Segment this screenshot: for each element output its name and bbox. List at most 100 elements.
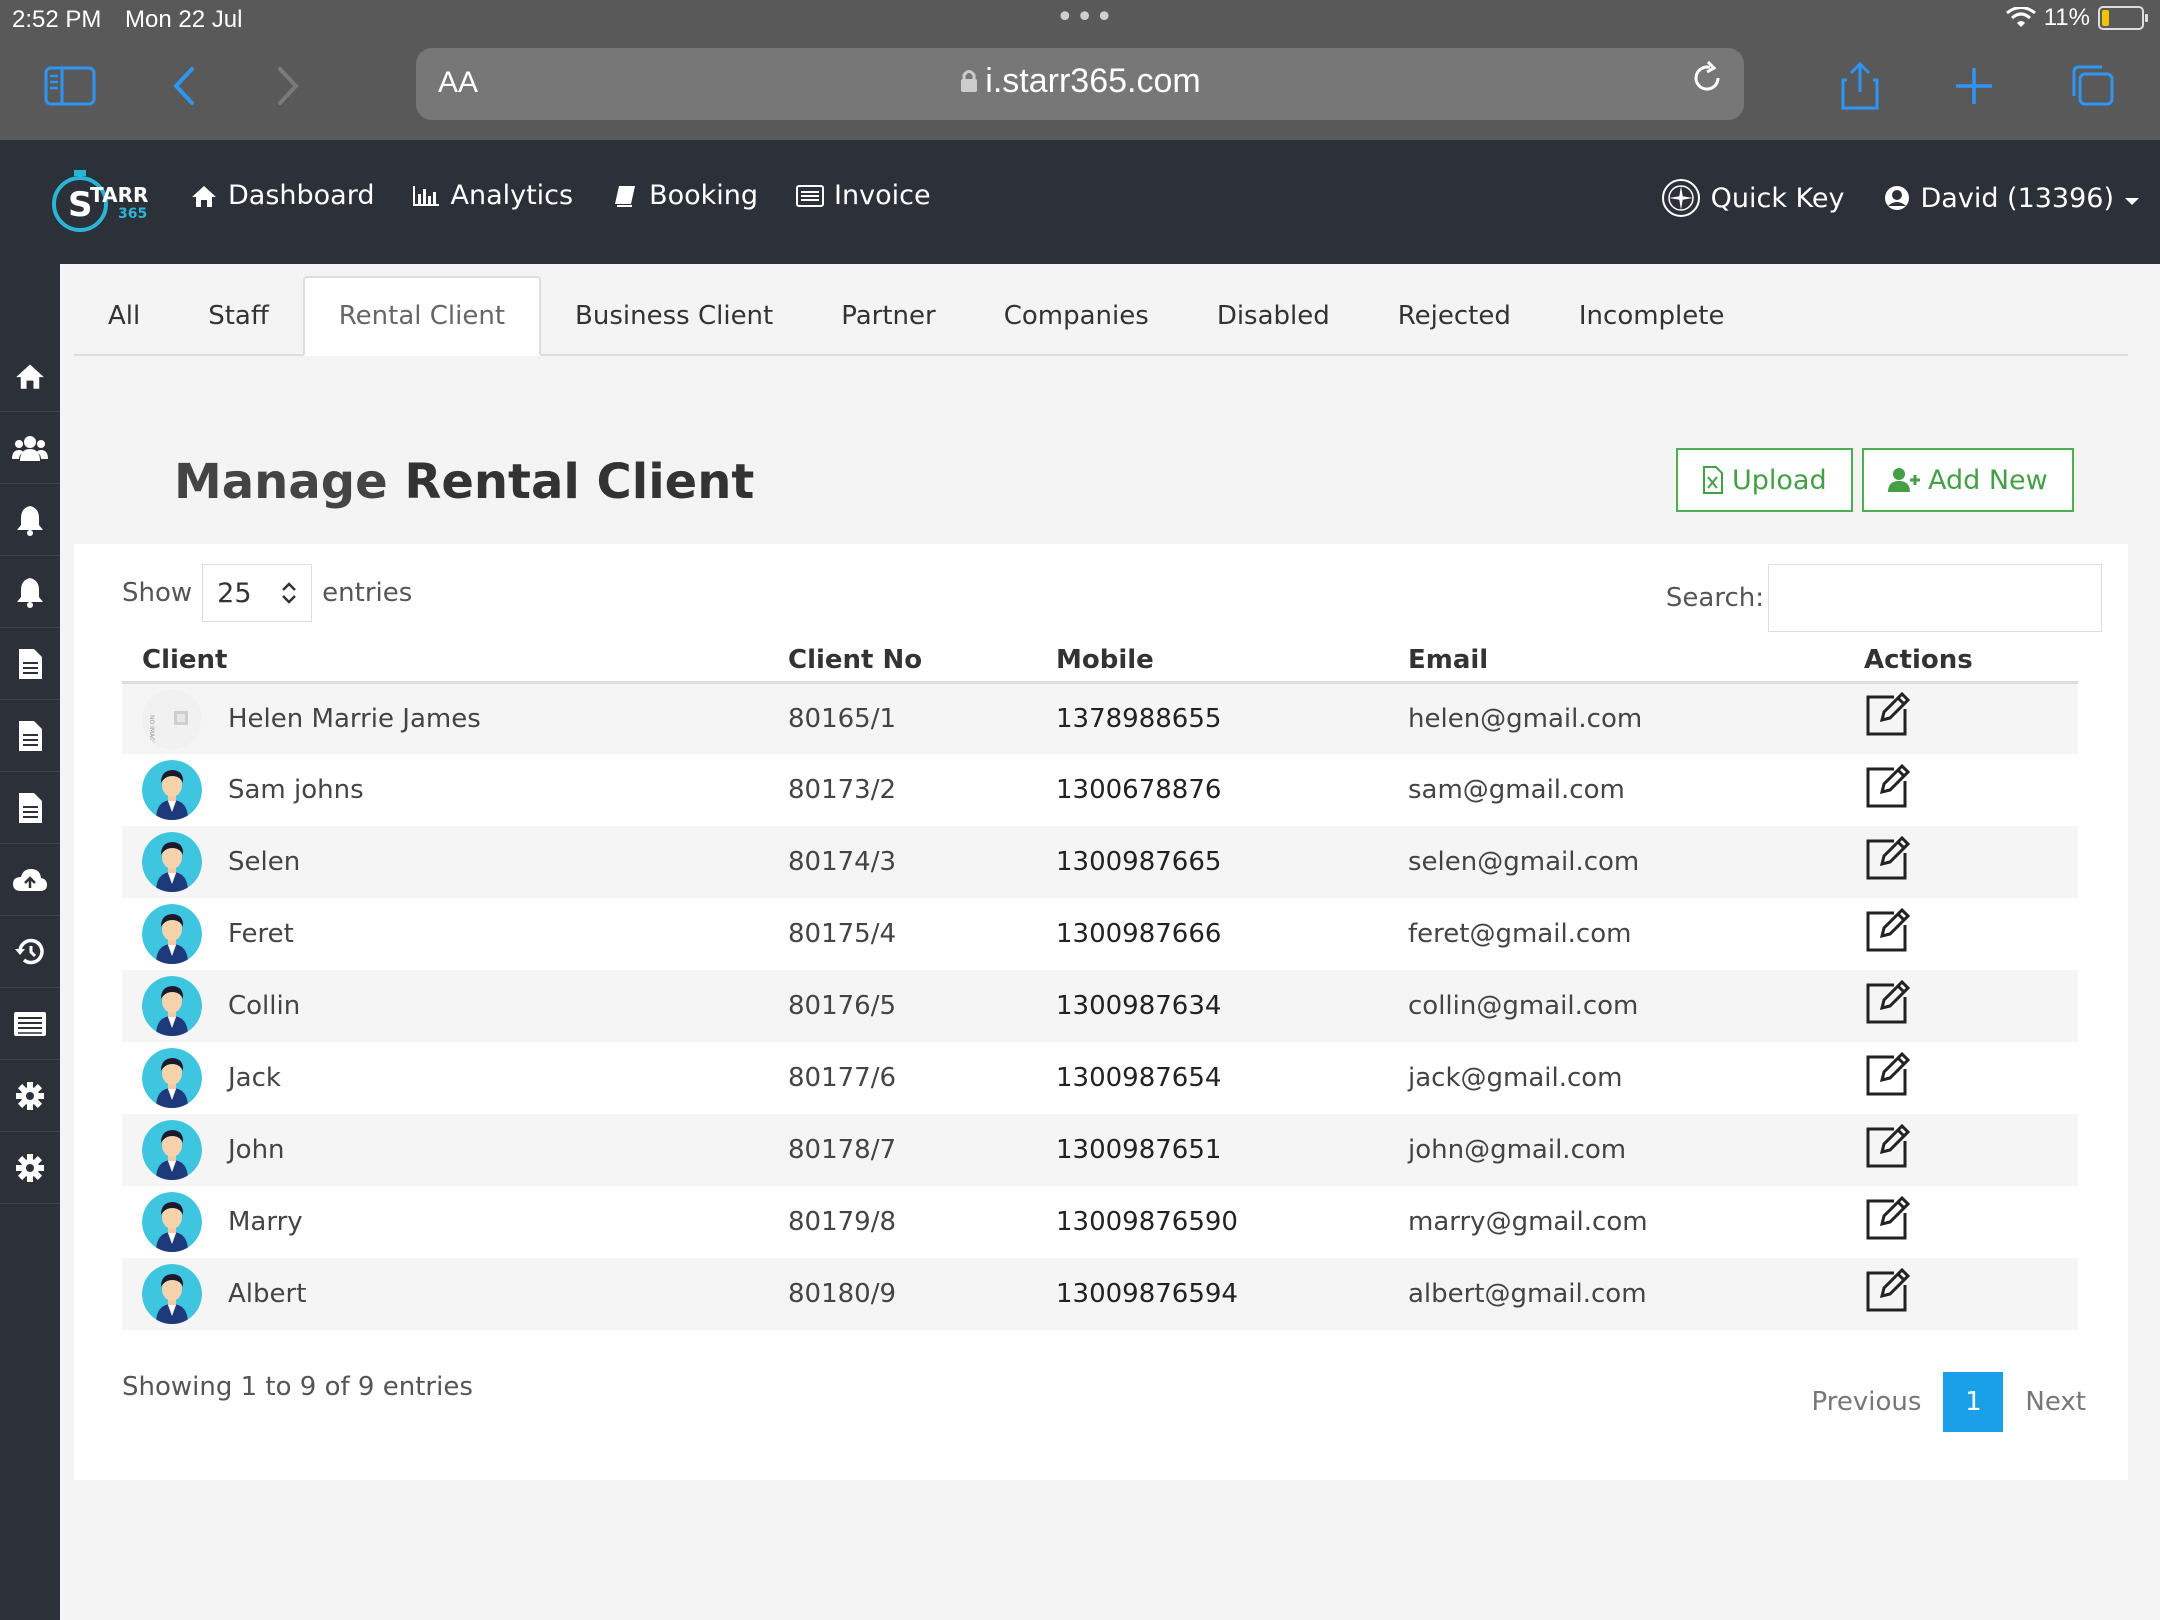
tab-partner[interactable]: Partner <box>807 276 970 356</box>
col-actions: Actions <box>1864 634 2078 684</box>
sidebar-item-list[interactable] <box>0 988 60 1060</box>
sidebar-item-documents-1[interactable] <box>0 628 60 700</box>
tabs-overview-icon[interactable] <box>2064 58 2120 114</box>
list-icon <box>796 182 825 210</box>
forward-icon[interactable] <box>260 58 316 114</box>
edit-icon[interactable] <box>1864 907 1911 954</box>
nav-analytics[interactable]: Analytics <box>412 180 573 211</box>
new-tab-icon[interactable] <box>1946 58 2002 114</box>
lock-icon <box>961 70 978 92</box>
bar-chart-icon <box>412 182 440 210</box>
add-new-button[interactable]: Add New <box>1862 448 2074 512</box>
table-row[interactable]: Selen 80174/3 1300987665 selen@gmail.com <box>122 826 2078 898</box>
table-row[interactable]: Feret 80175/4 1300987666 feret@gmail.com <box>122 898 2078 970</box>
cell-client-no: 80180/9 <box>788 1258 1056 1330</box>
table-row[interactable]: Albert 80180/9 13009876594 albert@gmail.com <box>122 1258 2078 1330</box>
cell-client: Feret <box>122 898 788 970</box>
back-icon[interactable] <box>156 58 212 114</box>
list-icon <box>14 1011 46 1036</box>
cell-client: Jack <box>122 1042 788 1114</box>
edit-icon[interactable] <box>1864 692 1911 738</box>
sidebar-item-alerts[interactable] <box>0 556 60 628</box>
sidebar-item-history[interactable] <box>0 916 60 988</box>
search-input[interactable] <box>1768 564 2102 632</box>
cell-client-no: 80176/5 <box>788 970 1056 1042</box>
sidebar-item-settings-1[interactable] <box>0 1060 60 1132</box>
cell-mobile: 1300678876 <box>1056 775 1222 805</box>
multitasking-dots-icon[interactable]: ••• <box>1056 0 1115 35</box>
tab-rental-client[interactable]: Rental Client <box>302 276 542 356</box>
caret-down-icon <box>2124 183 2140 214</box>
quick-key-button[interactable]: Quick Key <box>1661 178 1845 218</box>
sidebar-item-notifications[interactable] <box>0 484 60 556</box>
cell-actions <box>1864 1042 2078 1114</box>
edit-icon[interactable] <box>1864 835 1911 882</box>
user-menu[interactable]: David (13396) <box>1883 183 2141 214</box>
table-header-row: Client Client No Mobile Email Actions <box>122 634 2078 684</box>
cell-client-no: 80179/8 <box>788 1207 897 1237</box>
quick-key-label: Quick Key <box>1710 182 1845 214</box>
document-icon <box>19 792 42 823</box>
svg-text:TARR: TARR <box>90 183 148 207</box>
cell-email: marry@gmail.com <box>1408 1207 1648 1237</box>
edit-icon[interactable] <box>1864 763 1911 810</box>
svg-text:S: S <box>68 185 93 225</box>
tab-rejected[interactable]: Rejected <box>1364 276 1545 356</box>
cell-client-no: 80175/4 <box>788 919 897 949</box>
col-mobile[interactable]: Mobile <box>1056 634 1408 684</box>
col-client-no[interactable]: Client No <box>788 634 1056 684</box>
upload-button[interactable]: Upload <box>1676 448 1853 512</box>
col-email[interactable]: Email <box>1408 634 1864 684</box>
cell-mobile: 13009876590 <box>1056 1207 1238 1237</box>
tab-companies[interactable]: Companies <box>970 276 1183 356</box>
cell-client-no: 80177/6 <box>788 1063 897 1093</box>
sidebar-item-documents-2[interactable] <box>0 700 60 772</box>
sidebar-item-home[interactable] <box>0 340 60 412</box>
table-row[interactable]: Sam johns 80173/2 1300678876 sam@gmail.com <box>122 754 2078 826</box>
tab-disabled[interactable]: Disabled <box>1183 276 1364 356</box>
sidebar-item-upload[interactable] <box>0 844 60 916</box>
address-bar[interactable]: AA i.starr365.com <box>416 48 1744 120</box>
entries-select[interactable]: 25 <box>202 564 313 622</box>
url-field[interactable]: i.starr365.com <box>416 62 1744 101</box>
edit-icon[interactable] <box>1864 1267 1911 1314</box>
sidebar-toggle-icon[interactable] <box>42 58 98 114</box>
cell-email: sam@gmail.com <box>1408 775 1625 805</box>
tab-staff[interactable]: Staff <box>174 276 303 356</box>
cell-actions <box>1864 898 2078 970</box>
tab-all[interactable]: All <box>74 276 174 356</box>
client-name: Marry <box>228 1207 303 1237</box>
nav-invoice[interactable]: Invoice <box>796 180 931 211</box>
sidebar-item-settings-2[interactable] <box>0 1132 60 1204</box>
sidebar-item-documents-3[interactable] <box>0 772 60 844</box>
nav-booking[interactable]: Booking <box>611 180 758 211</box>
bell-icon <box>17 577 43 608</box>
page-title-bold: Rental Client <box>404 454 755 510</box>
tab-incomplete[interactable]: Incomplete <box>1545 276 1759 356</box>
reload-icon[interactable] <box>1690 60 1724 104</box>
compass-icon <box>1661 178 1701 218</box>
table-row[interactable]: Jack 80177/6 1300987654 jack@gmail.com <box>122 1042 2078 1114</box>
starr-logo[interactable]: S TARR 365 <box>50 166 154 236</box>
next-button[interactable]: Next <box>2025 1387 2086 1417</box>
tab-business-client[interactable]: Business Client <box>541 276 807 356</box>
sidebar-item-users[interactable] <box>0 412 60 484</box>
edit-icon[interactable] <box>1864 1051 1911 1098</box>
page-1-button[interactable]: 1 <box>1943 1372 2004 1432</box>
table-row[interactable]: NO IMAGE Helen Marrie James 80165/1 1378988… <box>122 682 2078 754</box>
table-row[interactable]: Collin 80176/5 1300987634 collin@gmail.com <box>122 970 2078 1042</box>
edit-icon[interactable] <box>1864 1123 1911 1170</box>
cell-client: John <box>122 1114 788 1186</box>
nav-dashboard[interactable]: Dashboard <box>190 180 374 211</box>
client-name: Feret <box>228 919 294 949</box>
avatar <box>142 1048 202 1108</box>
edit-icon[interactable] <box>1864 979 1911 1026</box>
entries-value: 25 <box>217 577 252 609</box>
table-row[interactable]: Marry 80179/8 13009876590 marry@gmail.com <box>122 1186 2078 1258</box>
col-client[interactable]: Client <box>122 634 788 684</box>
table-row[interactable]: John 80178/7 1300987651 john@gmail.com <box>122 1114 2078 1186</box>
edit-icon[interactable] <box>1864 1195 1911 1242</box>
status-right: 11% <box>2005 4 2148 32</box>
share-icon[interactable] <box>1832 58 1888 114</box>
previous-button[interactable]: Previous <box>1812 1387 1922 1417</box>
